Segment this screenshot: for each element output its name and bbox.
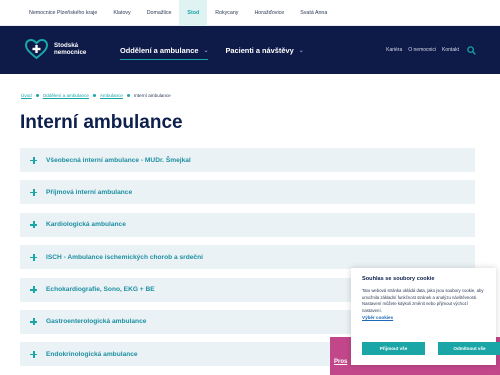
accordion-item[interactable]: ISCH - Ambulance ischemických chorob a s… [20,245,475,270]
topbar-link-stod[interactable]: Stod [179,0,208,26]
chevron-down-icon: ⌄ [203,47,209,54]
breadcrumb-home[interactable]: Úvod [21,93,32,98]
nav-departments-label: Oddělení a ambulance [120,45,199,55]
accordion-item-label: Endokrinologická ambulance [46,350,138,358]
nav-patients[interactable]: Pacienti a návštěvy ⌄ [225,26,303,74]
heart-cross-logo-icon [24,38,49,60]
nav-departments[interactable]: Oddělení a ambulance ⌄ [120,26,209,74]
site-logo[interactable]: Stodská nemocnice [24,38,86,60]
cookie-consent-dialog: Souhlas se soubory cookie Tato webová st… [351,268,500,365]
cookie-title: Souhlas se soubory cookie [362,276,435,282]
plus-icon [30,253,37,261]
accordion-item-label: ISCH - Ambulance ischemických chorob a s… [46,253,203,261]
cookie-text: Tato webová stránka ukládá data, jako js… [362,288,484,313]
cookie-settings-link[interactable]: Výběr cookies [362,315,488,320]
plus-icon [30,156,37,164]
plus-icon [30,221,37,229]
accordion-item-label: Echokardiografie, Sono, EKG + BE [46,286,155,294]
plus-icon [30,350,37,358]
top-hospital-bar: Nemocnice Plzeňského kraje Klatovy Domaž… [0,0,500,26]
topbar-link-domazlice[interactable]: Domažlice [139,0,180,26]
util-link-career[interactable]: Kariéra [386,47,402,53]
cookie-buttons: Přijmout vše Odmítnout vše [362,342,500,355]
accordion-item-label: Všeobecná interní ambulance - MUDr. Šmej… [46,156,191,164]
accordion-item[interactable]: Příjmová interní ambulance [20,180,475,205]
main-nav: Oddělení a ambulance ⌄ Pacienti a návště… [120,26,321,74]
accordion-item-label: Příjmová interní ambulance [46,188,133,196]
nav-patients-label: Pacienti a návštěvy [225,45,294,55]
reject-all-button[interactable]: Odmítnout vše [438,342,500,355]
page-title: Interní ambulance [20,112,183,133]
breadcrumb-separator [35,94,39,97]
utility-nav: Kariéra O nemocnici Kontakt [380,26,476,74]
breadcrumb-separator [126,94,130,97]
breadcrumb: Úvod Oddělení a ambulance Ambulance Inte… [21,93,171,98]
plus-icon [30,188,37,196]
accordion-item[interactable]: Všeobecná interní ambulance - MUDr. Šmej… [20,148,475,172]
plus-icon [30,318,37,326]
chevron-down-icon: ⌄ [298,47,304,54]
plus-icon [30,286,37,294]
util-link-contact[interactable]: Kontakt [442,47,459,53]
breadcrumb-separator [92,94,96,97]
breadcrumb-departments[interactable]: Oddělení a ambulance [43,93,89,98]
logo-line2: nemocnice [54,49,87,56]
util-link-about[interactable]: O nemocnici [408,47,436,53]
topbar-link-horazdovice[interactable]: Horažďovice [246,0,292,26]
topbar-link-rokycany[interactable]: Rokycany [207,0,246,26]
accordion-item[interactable]: Kardiologická ambulance [20,212,475,237]
accordion-item-label: Gastroenterologická ambulance [46,318,147,326]
promo-banner-text[interactable]: Pros [334,359,347,365]
accept-all-button[interactable]: Přijmout vše [362,342,425,355]
search-icon[interactable] [467,45,476,55]
logo-line1: Stodská [54,41,79,49]
breadcrumb-current: Interní ambulance [133,93,171,98]
accordion-item-label: Kardiologická ambulance [46,221,126,229]
topbar-link-svata-anna[interactable]: Svatá Anna [292,0,335,26]
topbar-link-plzen[interactable]: Nemocnice Plzeňského kraje [21,0,105,26]
breadcrumb-ambulance[interactable]: Ambulance [100,93,123,98]
main-header: Stodská nemocnice Oddělení a ambulance ⌄… [0,26,500,74]
topbar-link-klatovy[interactable]: Klatovy [105,0,138,26]
